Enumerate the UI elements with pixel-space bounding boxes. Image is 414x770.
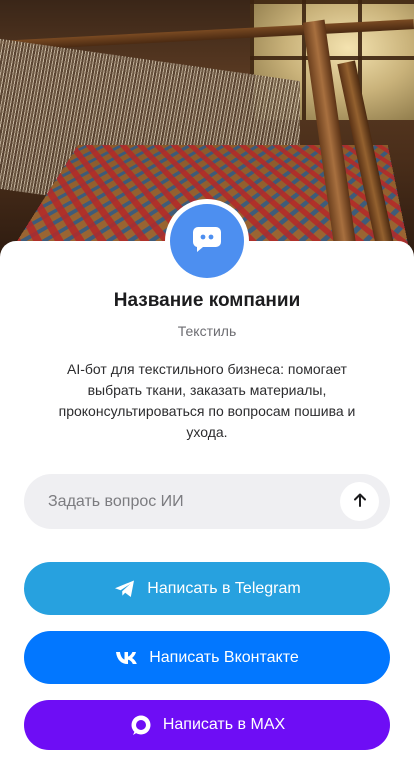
arrow-up-icon [352,492,368,511]
max-button-label: Написать в MAX [162,716,286,733]
avatar-circle [170,204,244,278]
company-category: Текстиль [177,323,237,339]
send-button[interactable] [340,482,379,521]
telegram-button[interactable]: Написать в Telegram [24,562,390,615]
company-description: AI-бот для текстильного бизнеса: помогае… [58,361,356,440]
telegram-icon [113,577,137,601]
vk-button[interactable]: Написать Вконтакте [24,631,390,684]
max-icon [129,713,153,737]
vk-button-label: Написать Вконтакте [149,648,299,666]
company-name: Название компании [113,290,301,311]
max-button[interactable]: Написать в MAX [24,700,390,750]
chat-bot-icon [192,225,222,258]
telegram-button-label: Написать в Telegram [147,579,301,597]
vk-icon [115,646,139,670]
ask-ai-input[interactable] [48,474,328,529]
avatar [165,199,249,283]
ask-ai-box [24,474,390,529]
